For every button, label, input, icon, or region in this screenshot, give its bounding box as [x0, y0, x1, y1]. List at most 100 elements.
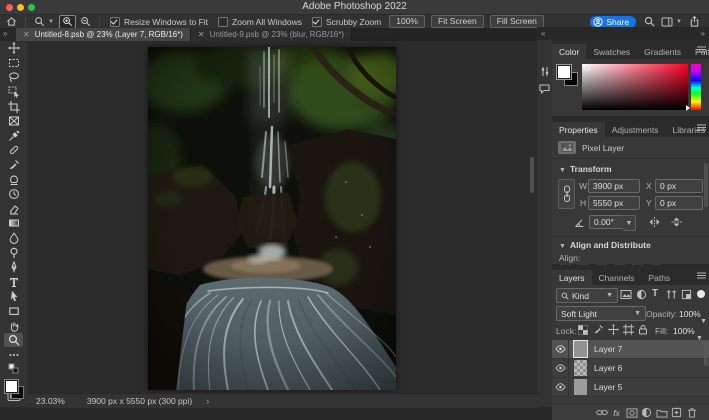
frame-tool[interactable]	[4, 114, 23, 129]
delete-layer-icon[interactable]	[684, 406, 699, 419]
hand-tool[interactable]	[4, 318, 23, 333]
close-tab-icon[interactable]: ✕	[198, 30, 205, 39]
chevron-down-icon[interactable]: ▼	[48, 19, 54, 25]
status-expand-icon[interactable]: ›	[206, 396, 209, 406]
layer-name[interactable]: Layer 6	[594, 363, 622, 373]
eraser-tool[interactable]	[4, 202, 23, 217]
document-info[interactable]: 3900 px x 5550 px (300 ppi)	[87, 396, 192, 406]
crop-tool[interactable]	[4, 99, 23, 114]
new-group-icon[interactable]	[654, 406, 669, 419]
tab-properties[interactable]: Properties	[552, 122, 605, 137]
align-section-header[interactable]: ▼Align and Distribute	[559, 240, 651, 250]
panel-menu-icon[interactable]	[697, 272, 706, 279]
zoom-out-button[interactable]	[78, 16, 93, 28]
blend-mode-dropdown[interactable]: Soft Light▼	[556, 306, 646, 321]
path-selection-tool[interactable]	[4, 289, 23, 304]
filter-shape-layers-icon[interactable]	[666, 289, 677, 300]
adjustment-layer-icon[interactable]	[639, 406, 654, 419]
angle-dropdown-icon[interactable]: ▼	[623, 215, 636, 231]
add-layer-mask-icon[interactable]	[624, 406, 639, 419]
lasso-tool[interactable]	[4, 70, 23, 85]
visibility-toggle[interactable]	[552, 340, 569, 358]
scrubby-zoom-checkbox[interactable]: Scrubby Zoom	[312, 17, 381, 27]
layer-row[interactable]: Layer 5	[552, 378, 709, 397]
panel-menu-icon[interactable]	[697, 46, 706, 53]
lock-position-icon[interactable]	[608, 324, 619, 335]
y-field[interactable]: 0 px	[655, 196, 703, 210]
filter-toggle-icon[interactable]	[697, 290, 705, 298]
checkbox-unchecked-icon[interactable]	[218, 17, 228, 27]
tab-gradients[interactable]: Gradients	[637, 44, 688, 59]
flip-vertical-icon[interactable]	[670, 216, 683, 228]
tab-channels[interactable]: Channels	[592, 270, 642, 285]
fill-screen-button[interactable]: Fill Screen	[490, 15, 544, 28]
home-icon[interactable]	[4, 16, 19, 28]
gradient-tool[interactable]	[4, 216, 23, 231]
layers-scrollbar[interactable]	[704, 342, 708, 366]
link-dimensions-icon[interactable]	[558, 179, 575, 209]
x-field[interactable]: 0 px	[655, 179, 703, 193]
fit-screen-button[interactable]: Fit Screen	[431, 15, 484, 28]
collapse-panels-icon[interactable]: «	[541, 29, 545, 38]
color-marker[interactable]	[584, 65, 590, 71]
layer-thumbnail[interactable]	[574, 360, 587, 376]
tab-layers[interactable]: Layers	[552, 270, 592, 285]
document-tab-active[interactable]: ✕ Untitled-8.psb @ 23% (Layer 7, RGB/16*…	[16, 28, 191, 41]
chevron-down-icon[interactable]: ▼	[676, 19, 682, 25]
foreground-color-swatch[interactable]	[5, 380, 18, 393]
document-tab[interactable]: ✕ Untitled-9.psb @ 23% (blur, RGB/16*)	[191, 28, 352, 41]
lock-pixels-icon[interactable]	[593, 324, 604, 335]
opacity-dropdown-icon[interactable]: ▼	[700, 310, 707, 328]
marquee-tool[interactable]	[4, 56, 23, 71]
layer-filter-kind-dropdown[interactable]: Kind▼	[556, 288, 618, 303]
layer-row[interactable]: Layer 7	[552, 340, 709, 359]
zoom-100-button[interactable]: 100%	[389, 15, 425, 28]
fill-value[interactable]: 100%	[673, 326, 695, 336]
export-share-icon[interactable]	[687, 16, 702, 28]
layer-thumbnail[interactable]	[574, 341, 587, 357]
zoom-in-button[interactable]	[59, 15, 76, 29]
panel-menu-icon[interactable]	[697, 124, 706, 131]
filter-adjustment-layers-icon[interactable]	[636, 289, 647, 300]
layer-name[interactable]: Layer 5	[594, 382, 622, 392]
collapse-panels-icon[interactable]: »	[701, 29, 705, 38]
hue-slider-marker[interactable]	[686, 105, 690, 111]
tab-color[interactable]: Color	[552, 44, 586, 59]
lock-artboard-icon[interactable]	[623, 324, 634, 335]
color-swatches[interactable]	[557, 65, 581, 89]
search-icon[interactable]	[642, 16, 657, 28]
foreground-background-swatches[interactable]	[4, 379, 24, 390]
move-tool[interactable]	[4, 41, 23, 56]
tab-swatches[interactable]: Swatches	[586, 44, 637, 59]
resize-windows-checkbox[interactable]: Resize Windows to Fit	[110, 17, 208, 27]
toolbar-expand-icon[interactable]: »	[3, 29, 6, 38]
visibility-toggle[interactable]	[552, 359, 569, 377]
zoom-all-windows-checkbox[interactable]: Zoom All Windows	[218, 17, 302, 27]
layer-name[interactable]: Layer 7	[594, 344, 622, 354]
clone-stamp-tool[interactable]	[4, 172, 23, 187]
height-field[interactable]: 5550 px	[588, 196, 640, 210]
tab-adjustments[interactable]: Adjustments	[605, 122, 666, 137]
saturation-brightness-field[interactable]	[582, 64, 688, 110]
layer-thumbnail[interactable]	[574, 379, 587, 395]
document-scrollbar[interactable]	[530, 157, 534, 193]
zoom-tool-preset-icon[interactable]	[32, 16, 47, 28]
dodge-tool[interactable]	[4, 245, 23, 260]
type-tool[interactable]	[4, 275, 23, 290]
link-layers-icon[interactable]	[594, 406, 609, 419]
object-selection-tool[interactable]	[4, 85, 23, 100]
lock-all-icon[interactable]	[638, 324, 648, 335]
opacity-value[interactable]: 100%	[679, 309, 701, 319]
width-field[interactable]: 3900 px	[588, 179, 640, 193]
workspace-switcher-icon[interactable]	[659, 16, 674, 28]
history-brush-tool[interactable]	[4, 187, 23, 202]
pen-tool[interactable]	[4, 260, 23, 275]
share-button[interactable]: Share	[590, 16, 636, 28]
history-panel-icon[interactable]	[537, 62, 552, 80]
brush-tool[interactable]	[4, 158, 23, 173]
shape-tool[interactable]	[4, 304, 23, 319]
zoom-tool[interactable]	[4, 333, 23, 348]
blur-tool[interactable]	[4, 231, 23, 246]
filter-smart-objects-icon[interactable]	[681, 289, 692, 300]
visibility-toggle[interactable]	[552, 378, 569, 396]
